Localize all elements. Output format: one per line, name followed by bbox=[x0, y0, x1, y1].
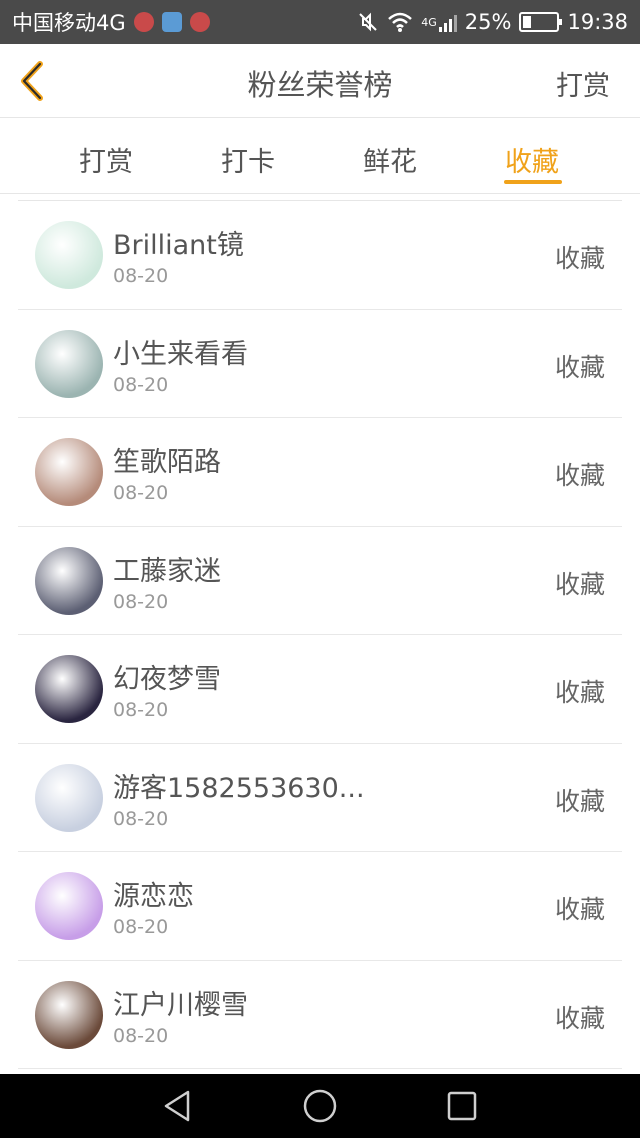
tab-reward[interactable]: 打赏 bbox=[56, 140, 156, 179]
fan-name: 幻夜梦雪 bbox=[113, 664, 221, 695]
back-triangle-icon[interactable] bbox=[160, 1088, 196, 1124]
app-notification-icon bbox=[133, 12, 154, 32]
tab-favorites[interactable]: 收藏 bbox=[482, 140, 582, 179]
status-left: 中国移动4G bbox=[12, 7, 210, 37]
list-item[interactable]: 小生来看看 08-20 收藏 bbox=[18, 310, 622, 418]
fan-action-label: 收藏 bbox=[554, 678, 605, 707]
fan-action-label: 收藏 bbox=[554, 1003, 605, 1033]
wifi-icon bbox=[388, 12, 413, 32]
avatar[interactable] bbox=[35, 329, 103, 398]
list-item[interactable]: 笙歌陌路 08-20 收藏 bbox=[18, 418, 622, 527]
list-item[interactable]: 游客1582553630... 08-20 收藏 bbox=[18, 744, 622, 852]
fan-name: 游客1582553630... bbox=[113, 772, 365, 804]
app-notification-icon bbox=[189, 12, 210, 32]
fan-action-label: 收藏 bbox=[554, 786, 605, 816]
fan-action-label: 收藏 bbox=[554, 569, 605, 599]
list-item[interactable]: 幻夜梦雪 08-20 收藏 bbox=[18, 635, 622, 744]
fan-name: 江户川樱雪 bbox=[113, 989, 248, 1021]
cloud-app-icon bbox=[161, 12, 182, 32]
fan-action-label: 收藏 bbox=[554, 895, 605, 924]
avatar[interactable] bbox=[35, 221, 103, 289]
tab-checkin[interactable]: 打卡 bbox=[198, 140, 298, 179]
signal-icon bbox=[438, 12, 457, 32]
fan-date: 08-20 bbox=[113, 482, 169, 504]
avatar[interactable] bbox=[35, 546, 103, 615]
active-tab-indicator bbox=[504, 180, 562, 184]
home-circle-icon[interactable] bbox=[302, 1088, 338, 1124]
fan-date: 08-20 bbox=[113, 590, 169, 613]
mute-icon bbox=[359, 12, 377, 32]
battery-icon bbox=[519, 12, 563, 32]
fan-name: 工藤家迷 bbox=[113, 555, 221, 587]
fan-date: 08-20 bbox=[113, 807, 169, 830]
tab-bar: 打赏 打卡 鲜花 收藏 bbox=[0, 118, 640, 194]
fan-date: 08-20 bbox=[113, 916, 169, 938]
fan-name: 笙歌陌路 bbox=[113, 447, 221, 478]
fan-date: 08-20 bbox=[113, 1024, 169, 1047]
avatar[interactable] bbox=[35, 980, 103, 1049]
battery-fill bbox=[523, 16, 532, 28]
avatar[interactable] bbox=[35, 763, 103, 832]
avatar[interactable] bbox=[35, 655, 103, 723]
header-bar: 粉丝荣誉榜 打赏 bbox=[0, 44, 640, 118]
network-type-label: 4G bbox=[421, 16, 437, 29]
tab-flowers[interactable]: 鲜花 bbox=[340, 140, 440, 179]
recents-square-icon[interactable] bbox=[444, 1088, 480, 1124]
fan-date: 08-20 bbox=[113, 699, 169, 721]
list-item[interactable]: 江户川樱雪 08-20 收藏 bbox=[18, 961, 622, 1069]
fan-name: Brilliant镜 bbox=[113, 230, 244, 261]
fan-date: 08-20 bbox=[113, 265, 169, 287]
list-item[interactable]: 源恋恋 08-20 收藏 bbox=[18, 852, 622, 961]
avatar[interactable] bbox=[35, 438, 103, 506]
fan-date: 08-20 bbox=[113, 373, 169, 396]
status-bar: 中国移动4G 4G 25% 19:38 bbox=[0, 0, 640, 44]
fan-action-label: 收藏 bbox=[554, 352, 605, 382]
fan-name: 源恋恋 bbox=[113, 881, 194, 912]
fan-action-label: 收藏 bbox=[554, 461, 605, 490]
fan-name: 小生来看看 bbox=[113, 338, 248, 370]
fan-list: Brilliant镜 08-20 收藏 小生来看看 08-20 收藏 笙歌陌路 … bbox=[18, 201, 622, 1069]
reward-button[interactable]: 打赏 bbox=[556, 64, 610, 103]
list-item[interactable]: 工藤家迷 08-20 收藏 bbox=[18, 527, 622, 635]
carrier-label: 中国移动4G bbox=[12, 11, 126, 35]
system-nav-bar bbox=[0, 1074, 640, 1138]
status-right: 4G 25% 19:38 bbox=[357, 10, 628, 34]
clock: 19:38 bbox=[567, 10, 628, 34]
battery-percent: 25% bbox=[464, 10, 512, 34]
avatar[interactable] bbox=[35, 872, 103, 940]
list-item[interactable]: Brilliant镜 08-20 收藏 bbox=[18, 201, 622, 310]
page-title: 粉丝荣誉榜 bbox=[247, 68, 393, 102]
fan-action-label: 收藏 bbox=[554, 244, 605, 273]
